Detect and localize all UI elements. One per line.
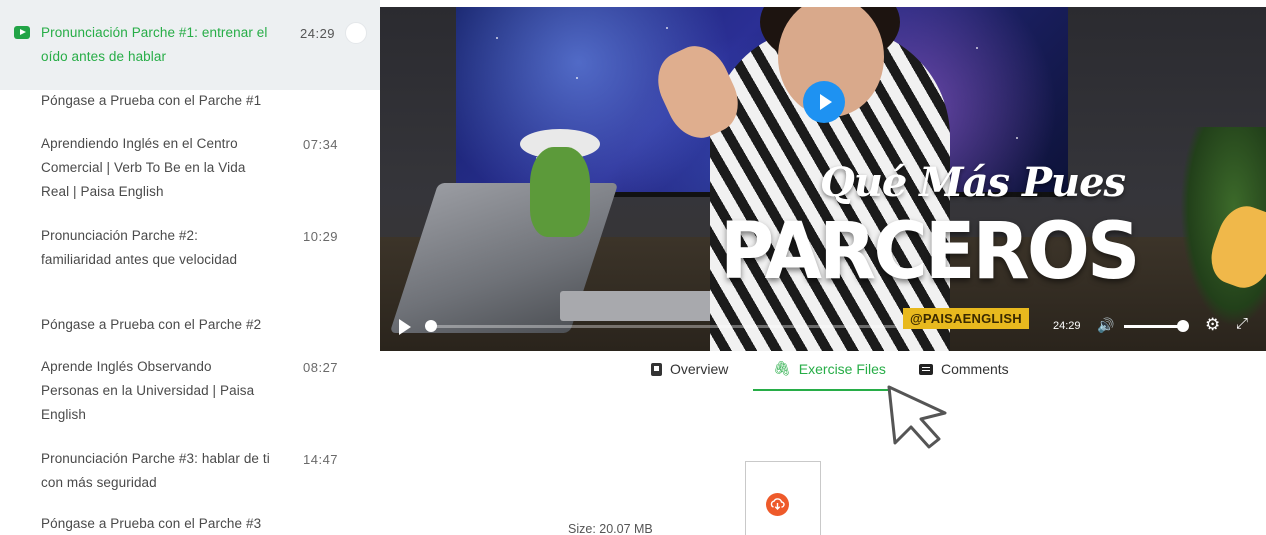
progress-bar[interactable] bbox=[428, 325, 898, 328]
completion-circle[interactable] bbox=[345, 22, 367, 44]
volume-handle[interactable] bbox=[1177, 320, 1189, 332]
overlay-title-line2: PARCEROS bbox=[720, 207, 1140, 297]
notebook-icon bbox=[651, 362, 662, 376]
tab-overview[interactable]: Overview bbox=[651, 361, 728, 377]
lesson-title: Póngase a Prueba con el Parche #2 bbox=[41, 317, 262, 332]
tab-label: Exercise Files bbox=[798, 361, 886, 377]
big-play-button[interactable] bbox=[803, 81, 845, 123]
video-player[interactable]: Qué Más Pues PARCEROS @PAISAENGLISH 24:2… bbox=[380, 7, 1266, 351]
lesson-duration: 07:34 bbox=[303, 137, 339, 152]
volume-slider[interactable] bbox=[1124, 325, 1184, 328]
lesson-item[interactable]: Pronunciación Parche #3: hablar de ti co… bbox=[0, 447, 380, 497]
gear-icon[interactable]: ⚙ bbox=[1205, 315, 1220, 335]
lesson-duration: 14:47 bbox=[303, 452, 339, 467]
overlay-handle: @PAISAENGLISH bbox=[903, 308, 1029, 329]
fullscreen-icon[interactable]: ⤢ bbox=[1236, 314, 1248, 332]
lesson-duration: 10:29 bbox=[303, 229, 339, 244]
file-size-label: Size: 20.07 MB bbox=[568, 522, 653, 535]
lesson-duration: 24:29 bbox=[300, 26, 336, 41]
file-download-card[interactable] bbox=[745, 461, 821, 535]
tab-exercise-files[interactable]: 🖇 Exercise Files bbox=[773, 361, 886, 377]
lesson-title: Aprendiendo Inglés en el Centro Comercia… bbox=[41, 136, 246, 199]
lesson-title: Pronunciación Parche #3: hablar de ti co… bbox=[41, 451, 270, 490]
tab-label: Comments bbox=[941, 361, 1009, 377]
tab-label: Overview bbox=[670, 361, 729, 377]
play-icon[interactable] bbox=[399, 319, 413, 335]
comment-icon bbox=[919, 363, 933, 375]
lesson-item[interactable]: Póngase a Prueba con el Parche #1 bbox=[0, 89, 380, 117]
lesson-item[interactable]: Póngase a Prueba con el Parche #3 bbox=[0, 512, 380, 535]
progress-handle[interactable] bbox=[425, 320, 437, 332]
lesson-sidebar: Pronunciación Parche #1: entrenar el oíd… bbox=[0, 0, 380, 535]
time-display: 24:29 bbox=[1053, 320, 1081, 332]
video-play-icon bbox=[14, 26, 30, 39]
lesson-item[interactable]: Aprende Inglés Observando Personas en la… bbox=[0, 355, 380, 430]
lesson-item[interactable]: Póngase a Prueba con el Parche #2 bbox=[0, 313, 380, 341]
lesson-title: Póngase a Prueba con el Parche #3 bbox=[41, 516, 262, 531]
volume-fill bbox=[1124, 325, 1178, 328]
lesson-item[interactable]: Aprendiendo Inglés en el Centro Comercia… bbox=[0, 132, 380, 207]
lesson-title: Aprende Inglés Observando Personas en la… bbox=[41, 359, 255, 422]
lesson-duration: 08:27 bbox=[303, 360, 339, 375]
video-toy bbox=[530, 147, 590, 237]
lesson-title: Pronunciación Parche #1: entrenar el oíd… bbox=[41, 25, 268, 64]
active-tab-indicator bbox=[753, 389, 891, 391]
lesson-tabs: Overview 🖇 Exercise Files Comments bbox=[380, 351, 1266, 391]
lesson-item-active[interactable]: Pronunciación Parche #1: entrenar el oíd… bbox=[0, 0, 380, 90]
lesson-item[interactable]: Pronunciación Parche #2: familiaridad an… bbox=[0, 224, 380, 299]
lesson-title: Póngase a Prueba con el Parche #1 bbox=[41, 93, 262, 108]
overlay-title-line1: Qué Más Pues bbox=[820, 159, 1126, 206]
tab-comments[interactable]: Comments bbox=[919, 361, 1009, 377]
download-icon[interactable] bbox=[766, 493, 789, 516]
lesson-title: Pronunciación Parche #2: familiaridad an… bbox=[41, 228, 238, 267]
volume-icon[interactable]: 🔊 bbox=[1097, 318, 1114, 334]
mouse-cursor-icon bbox=[887, 385, 947, 449]
paperclip-icon: 🖇 bbox=[773, 361, 791, 377]
